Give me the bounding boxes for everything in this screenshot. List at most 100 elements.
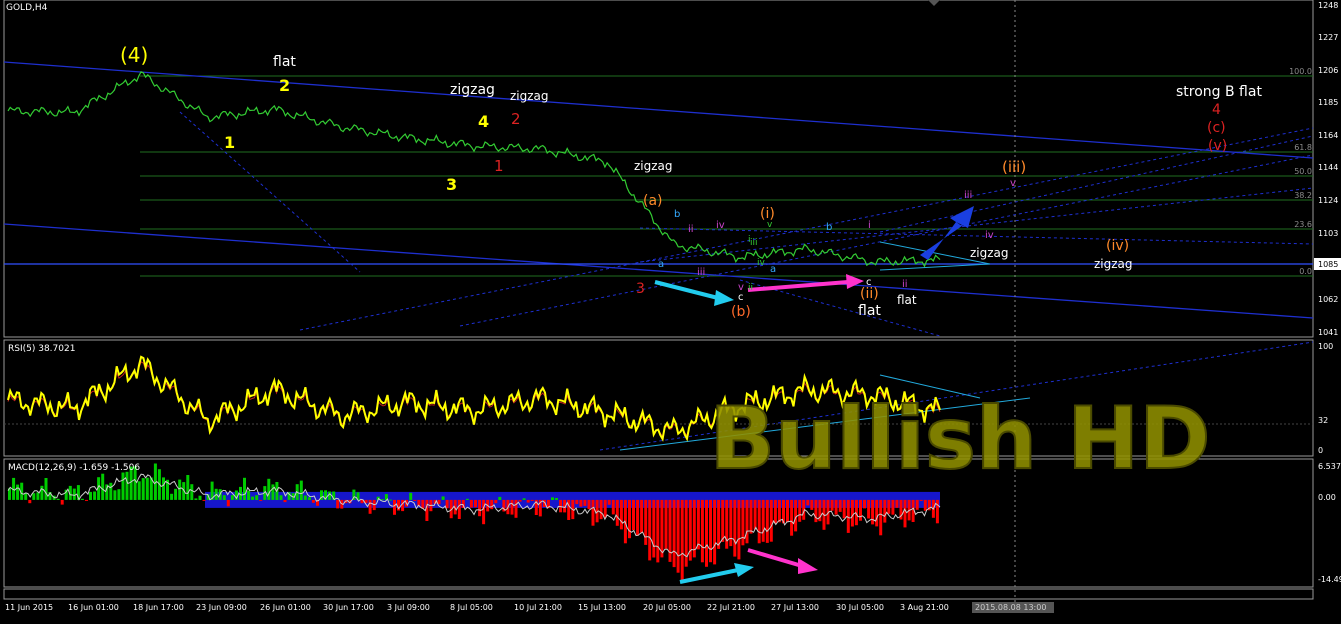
chart-svg: 100.0 61.8 50.0 38.2 23.6 0.0 Bullish HD…	[0, 0, 1341, 620]
price-tick: 1103	[1318, 229, 1338, 238]
macd-bar	[56, 498, 60, 500]
macd-bar	[745, 499, 749, 544]
subwave-c: c	[866, 277, 872, 288]
wave-a-label: (a)	[643, 193, 663, 209]
rsi-tick: 0	[1318, 446, 1323, 455]
macd-bar	[729, 499, 733, 547]
wave-1-label: 1	[224, 133, 235, 152]
time-tick: 10 Jul 21:00	[514, 603, 562, 612]
macd-bar	[737, 499, 741, 560]
wave-4-yellow-label: 4	[478, 112, 489, 131]
macd-bar	[255, 495, 259, 500]
subwave-a: a	[658, 259, 664, 270]
wave-3-red-label: 3	[636, 281, 645, 297]
macd-bar	[80, 498, 84, 500]
macd-bar	[619, 499, 623, 530]
macd-bar	[875, 499, 879, 527]
subwave-a: a	[770, 264, 776, 275]
macd-bar	[36, 492, 40, 500]
macd-bar	[810, 499, 814, 510]
macd-bar	[859, 499, 862, 521]
macd-bar	[551, 497, 554, 500]
macd-bar	[271, 484, 275, 500]
subwave-ii: ii	[688, 224, 694, 235]
wave-3-label: 3	[446, 175, 457, 194]
macd-bar	[790, 499, 794, 536]
zigzag-label: zigzag	[450, 82, 495, 98]
macd-bar	[526, 499, 530, 503]
macd-bar	[757, 499, 761, 544]
time-tick: 23 Jun 09:00	[196, 603, 247, 612]
price-tick: 1062	[1318, 295, 1338, 304]
price-tick: 1248	[1318, 1, 1338, 10]
macd-bar	[93, 491, 97, 500]
fib-label-382: 38.2	[1294, 191, 1312, 200]
subwave-iii: iii	[697, 267, 705, 278]
time-tick: 8 Jul 05:00	[450, 603, 493, 612]
macd-bar	[303, 495, 307, 500]
rsi-tick: 32	[1318, 416, 1328, 425]
macd-bar	[174, 488, 178, 500]
macd-bar	[178, 479, 182, 500]
macd-bar	[660, 499, 664, 558]
macd-bar	[85, 499, 88, 501]
macd-bar	[279, 495, 283, 500]
wave-b-label: (b)	[731, 304, 751, 320]
macd-bar	[871, 499, 875, 525]
price-tick: 1227	[1318, 33, 1338, 42]
macd-bar	[145, 477, 149, 500]
macd-bar	[186, 475, 190, 500]
wave-1-red-label: 1	[494, 157, 504, 175]
fib-label-500: 50.0	[1294, 167, 1312, 176]
time-tick: 27 Jul 13:00	[771, 603, 819, 612]
time-tick: 30 Jun 17:00	[323, 603, 374, 612]
macd-bar	[530, 499, 534, 501]
macd-bar	[628, 499, 631, 539]
subwave-iii: iii	[750, 238, 758, 248]
wave-iii-label: (iii)	[1002, 158, 1026, 176]
zigzag-label: zigzag	[1094, 257, 1133, 271]
macd-bar	[202, 499, 206, 501]
macd-bar	[125, 471, 129, 500]
time-tick: 20 Jul 05:00	[643, 603, 691, 612]
macd-bar	[267, 478, 271, 500]
flat-label: flat	[897, 293, 917, 307]
macd-tick: -14.49	[1318, 575, 1341, 584]
wave-4-label: (4)	[120, 43, 148, 67]
subwave-ii: ii	[902, 279, 908, 290]
macd-bar	[919, 499, 923, 501]
macd-bar	[632, 499, 635, 531]
macd-bar	[514, 499, 518, 518]
macd-bar	[709, 499, 712, 563]
macd-bar	[680, 499, 684, 581]
macd-bar	[895, 499, 899, 508]
macd-bar	[44, 478, 48, 500]
macd-bar	[599, 499, 603, 520]
macd-bar	[441, 496, 445, 500]
macd-bar	[798, 499, 802, 522]
macd-bar	[705, 499, 708, 567]
fib-label-0: 0.0	[1299, 267, 1312, 276]
macd-bar	[198, 495, 202, 500]
macd-bar	[644, 499, 648, 545]
time-tick: 3 Jul 09:00	[387, 603, 430, 612]
macd-bar	[101, 473, 105, 500]
macd-bar	[777, 499, 781, 523]
macd-bar	[733, 499, 737, 557]
macd-bar	[222, 495, 226, 500]
subwave-iv: iv	[716, 220, 725, 231]
chart-window: 100.0 61.8 50.0 38.2 23.6 0.0 Bullish HD…	[0, 0, 1341, 620]
time-tick: 30 Jul 05:00	[836, 603, 884, 612]
flat-label: flat	[858, 303, 881, 319]
bullish-watermark: Bullish HD	[710, 389, 1211, 489]
macd-bar	[409, 492, 413, 500]
macd-bar	[510, 499, 514, 515]
wave-c-label: (c)	[1207, 120, 1226, 136]
wave-v-label: (v)	[1208, 138, 1227, 154]
subwave-b: b	[826, 222, 832, 233]
macd-bar	[311, 499, 315, 503]
macd-bar	[230, 495, 234, 500]
strong-b-flat-label: strong B flat	[1176, 84, 1262, 100]
macd-bar	[498, 496, 502, 500]
subwave-v: v	[767, 220, 773, 230]
